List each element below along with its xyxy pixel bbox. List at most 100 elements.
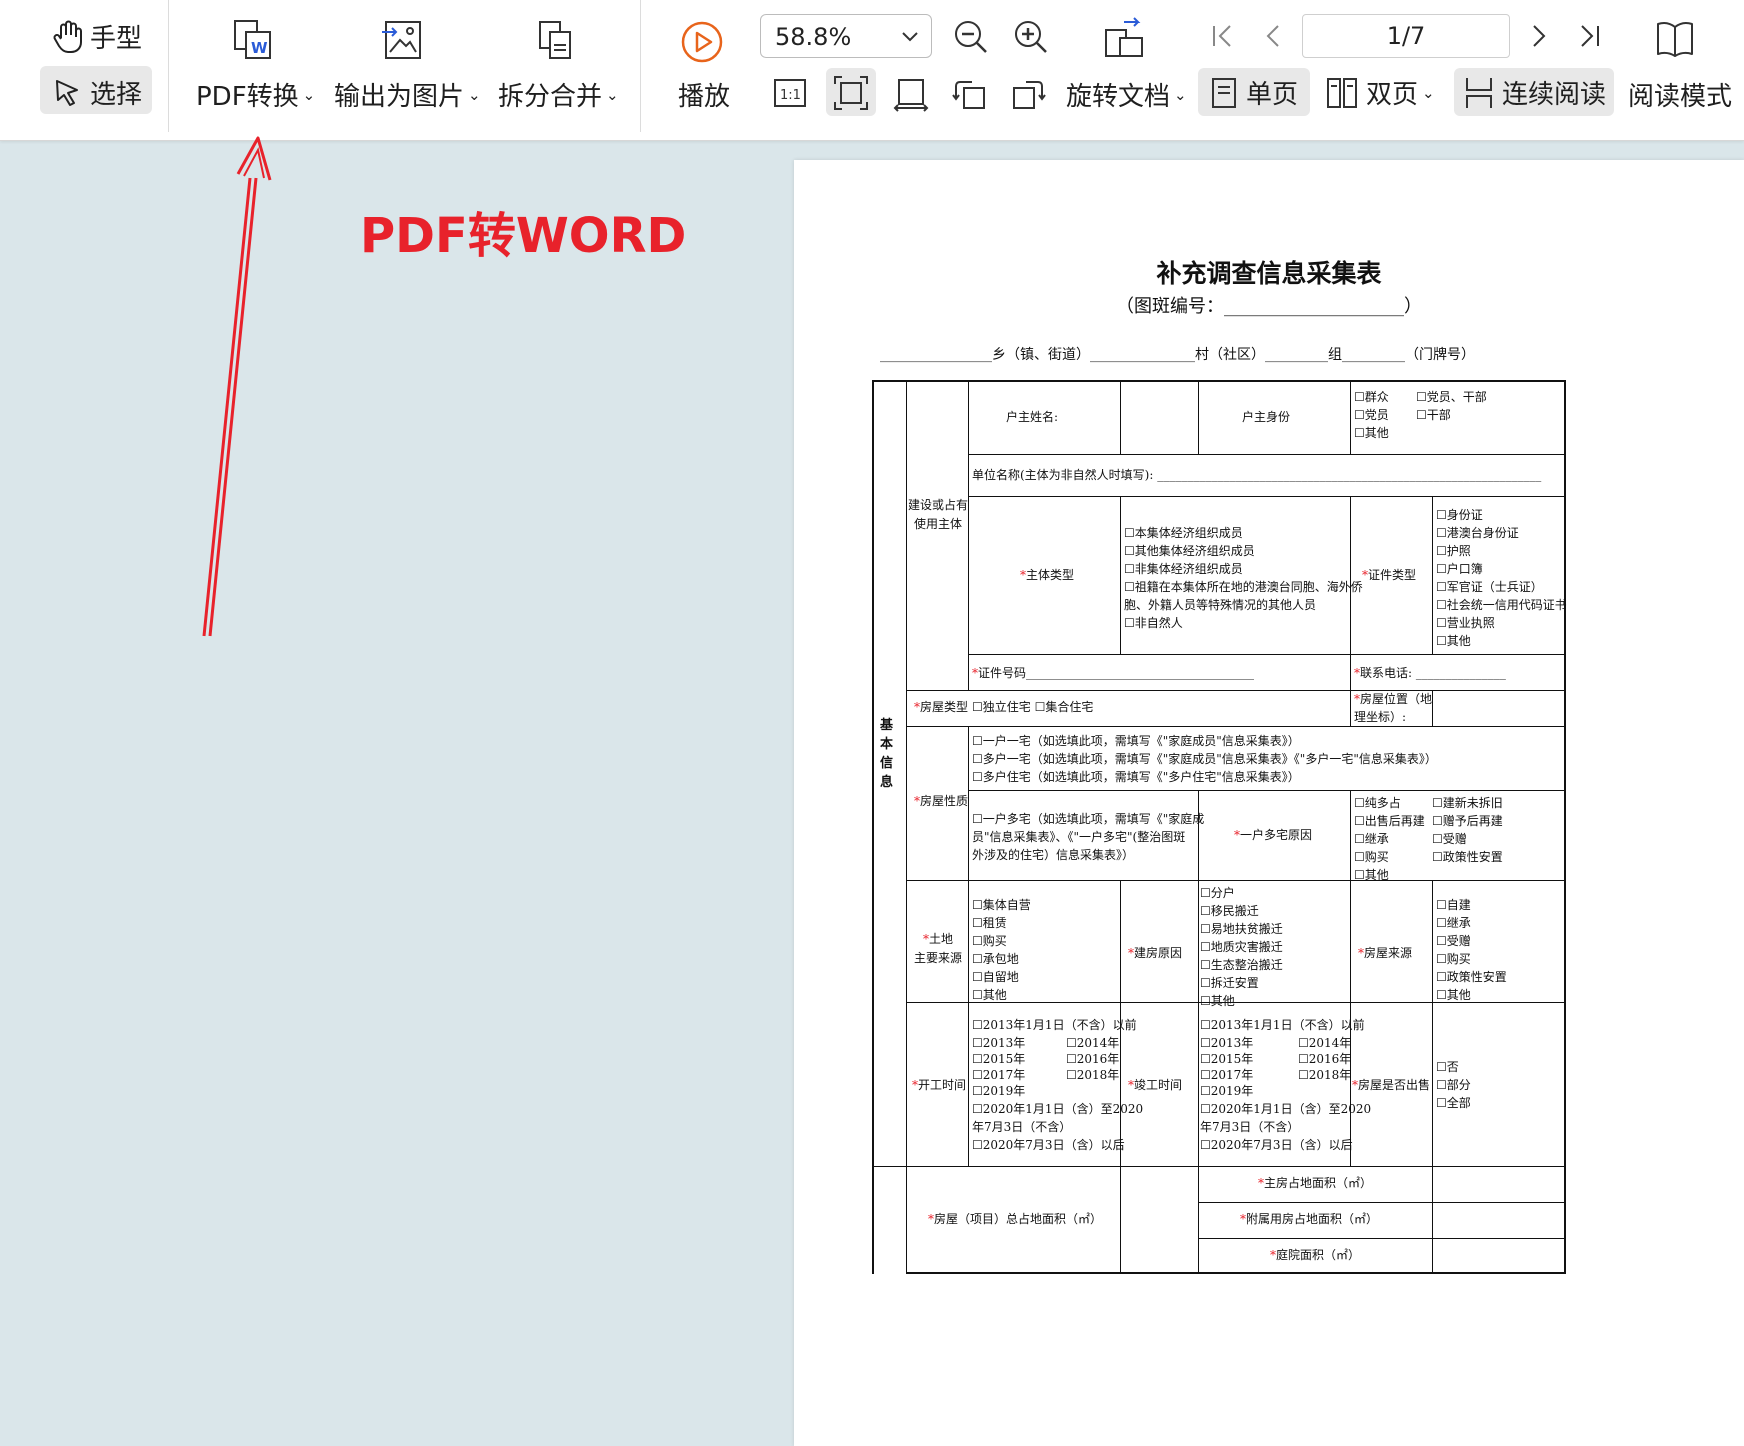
zoom-in-icon[interactable]: [1012, 18, 1050, 56]
play-label: 播放: [678, 82, 731, 112]
build-option: ☐其他: [1200, 994, 1235, 1008]
phone-field: *联系电话: _______________: [1354, 666, 1506, 680]
rotate-doc-button[interactable]: 旋转文档 ⌄: [1066, 76, 1187, 113]
house-source-option: ☐购买: [1436, 952, 1471, 966]
land-option: ☐承包地: [972, 952, 1019, 966]
zoom-select[interactable]: 58.8%: [760, 14, 932, 58]
play-button[interactable]: 播放: [678, 76, 730, 113]
split-merge-label: 拆分合并: [498, 82, 603, 112]
table-line: [1198, 790, 1199, 880]
annotation-label: PDF转WORD: [360, 208, 687, 264]
id-option: ☐社会统一信用代码证书: [1436, 598, 1567, 612]
first-page-icon[interactable]: [1208, 22, 1236, 50]
table-line: [906, 690, 1566, 691]
yard-area-label: *庭院面积（㎡）: [1270, 1248, 1361, 1262]
house-source-label: *房屋来源: [1358, 946, 1413, 960]
house-type-label: *房屋类型: [914, 700, 969, 714]
next-page-icon[interactable]: [1524, 22, 1552, 50]
aux-area-label: *附属用房占地面积（㎡）: [1240, 1212, 1379, 1226]
start-option: ☐2020年1月1日（含）至2020: [972, 1102, 1144, 1116]
double-page-button[interactable]: 双页 ⌄: [1326, 74, 1435, 111]
nature-option: ☐多户一宅（如选填此项，需填写《"家庭成员"信息采集表》《"多户一宅"信息采集表…: [972, 752, 1437, 766]
land-option: ☐集体自营: [972, 898, 1031, 912]
continuous-read-button[interactable]: 连续阅读: [1464, 74, 1606, 111]
end-option: 年7月3日（不含）: [1200, 1120, 1300, 1134]
reason-option: ☐购买: [1354, 850, 1389, 864]
table-line: [968, 496, 1566, 497]
export-image-label: 输出为图片: [334, 82, 465, 112]
build-option: ☐易地扶贫搬迁: [1200, 922, 1283, 936]
multi-house-option: 外涉及的住宅）信息采集表》）: [972, 848, 1135, 862]
actual-size-text: 1:1: [780, 88, 801, 103]
section-basic-info: 基 本 信 息: [880, 718, 894, 790]
sold-option: ☐全部: [1436, 1096, 1471, 1110]
house-source-option: ☐受赠: [1436, 934, 1471, 948]
rotate-doc-icon: [1102, 16, 1148, 62]
land-option: ☐租赁: [972, 916, 1007, 930]
table-line: [1120, 880, 1121, 1274]
house-source-option: ☐继承: [1436, 916, 1471, 930]
table-line: [1432, 496, 1433, 654]
table-line: [872, 1166, 1566, 1167]
select-tool-label: 选择: [90, 80, 143, 110]
table-line: [906, 726, 1566, 727]
table-line: [968, 790, 1566, 791]
id-option: ☐护照: [1436, 544, 1471, 558]
table-line: [968, 726, 969, 1166]
table-line: [1432, 690, 1433, 726]
id-number-field: *证件号码___________________________________…: [972, 666, 1255, 680]
build-option: ☐地质灾害搬迁: [1200, 940, 1283, 954]
actual-size-icon[interactable]: 1:1: [772, 76, 808, 110]
prev-page-icon[interactable]: [1260, 22, 1288, 50]
page-number-input[interactable]: 1/7: [1302, 14, 1510, 58]
house-source-option: ☐其他: [1436, 988, 1471, 1002]
single-page-icon: [1210, 76, 1238, 110]
select-tool-button[interactable]: 选择: [52, 74, 142, 111]
subject-option: ☐非集体经济组织成员: [1124, 562, 1243, 576]
reading-mode-icon: [1654, 18, 1696, 60]
toolbar: 手型 选择 W PDF转换⌄ 输出为图片⌄ 拆分合并⌄ 播放 58.8%: [0, 0, 1744, 141]
fit-width-icon[interactable]: [892, 76, 930, 112]
land-option: ☐购买: [972, 934, 1007, 948]
split-merge-icon: [534, 18, 578, 62]
hand-tool-button[interactable]: 手型: [52, 18, 142, 55]
end-option: ☐2020年7月3日（含）以后: [1200, 1138, 1353, 1152]
rotate-right-icon[interactable]: [1010, 76, 1046, 112]
pdf-convert-button[interactable]: PDF转换 ⌄: [196, 76, 315, 113]
owner-identity-label: 户主身份: [1242, 410, 1291, 424]
zoom-value: 58.8%: [775, 23, 852, 51]
continuous-label: 连续阅读: [1502, 80, 1607, 110]
reason-option: ☐出售后再建: [1354, 814, 1425, 828]
table-line: [1198, 880, 1199, 1274]
reading-mode-button[interactable]: 阅读模式: [1628, 76, 1732, 113]
export-image-button[interactable]: 输出为图片 ⌄: [334, 76, 481, 113]
split-merge-button[interactable]: 拆分合并 ⌄: [498, 76, 619, 113]
single-page-button[interactable]: 单页: [1210, 74, 1298, 111]
start-option: ☐2013年1月1日（不含）以前: [972, 1018, 1137, 1032]
table-line: [906, 380, 907, 1274]
double-page-label: 双页: [1366, 80, 1419, 110]
zoom-out-icon[interactable]: [952, 18, 990, 56]
subject-option: ☐本集体经济组织成员: [1124, 526, 1243, 540]
sold-option: ☐否: [1436, 1060, 1459, 1074]
document-title: 补充调查信息采集表: [1156, 259, 1382, 288]
sold-option: ☐部分: [1436, 1078, 1471, 1092]
hand-tool-label: 手型: [90, 24, 143, 54]
end-option: ☐2018年: [1298, 1068, 1352, 1082]
rotate-left-icon[interactable]: [952, 76, 988, 112]
start-option: ☐2018年: [1066, 1068, 1120, 1082]
identity-option: ☐干部: [1416, 408, 1451, 422]
document-page: 补充调查信息采集表 （图斑编号：____________________） __…: [794, 160, 1744, 1446]
table-border: [872, 380, 1566, 382]
fit-page-icon[interactable]: [832, 74, 870, 112]
table-border: [1564, 380, 1566, 1274]
last-page-icon[interactable]: [1576, 22, 1604, 50]
table-line: [968, 654, 1566, 655]
subject-option: 胞、外籍人员等特殊情况的其他人员: [1124, 598, 1317, 612]
land-option: ☐自留地: [972, 970, 1019, 984]
nature-option: ☐一户一宅（如选填此项，需填写《"家庭成员"信息采集表》）: [972, 734, 1300, 748]
start-option: 年7月3日（不含）: [972, 1120, 1072, 1134]
total-area-label: *房屋（项目）总占地面积（㎡）: [928, 1212, 1103, 1226]
end-option: ☐2019年: [1200, 1084, 1254, 1098]
multi-house-reason-label: *一户多宅原因: [1234, 828, 1313, 842]
